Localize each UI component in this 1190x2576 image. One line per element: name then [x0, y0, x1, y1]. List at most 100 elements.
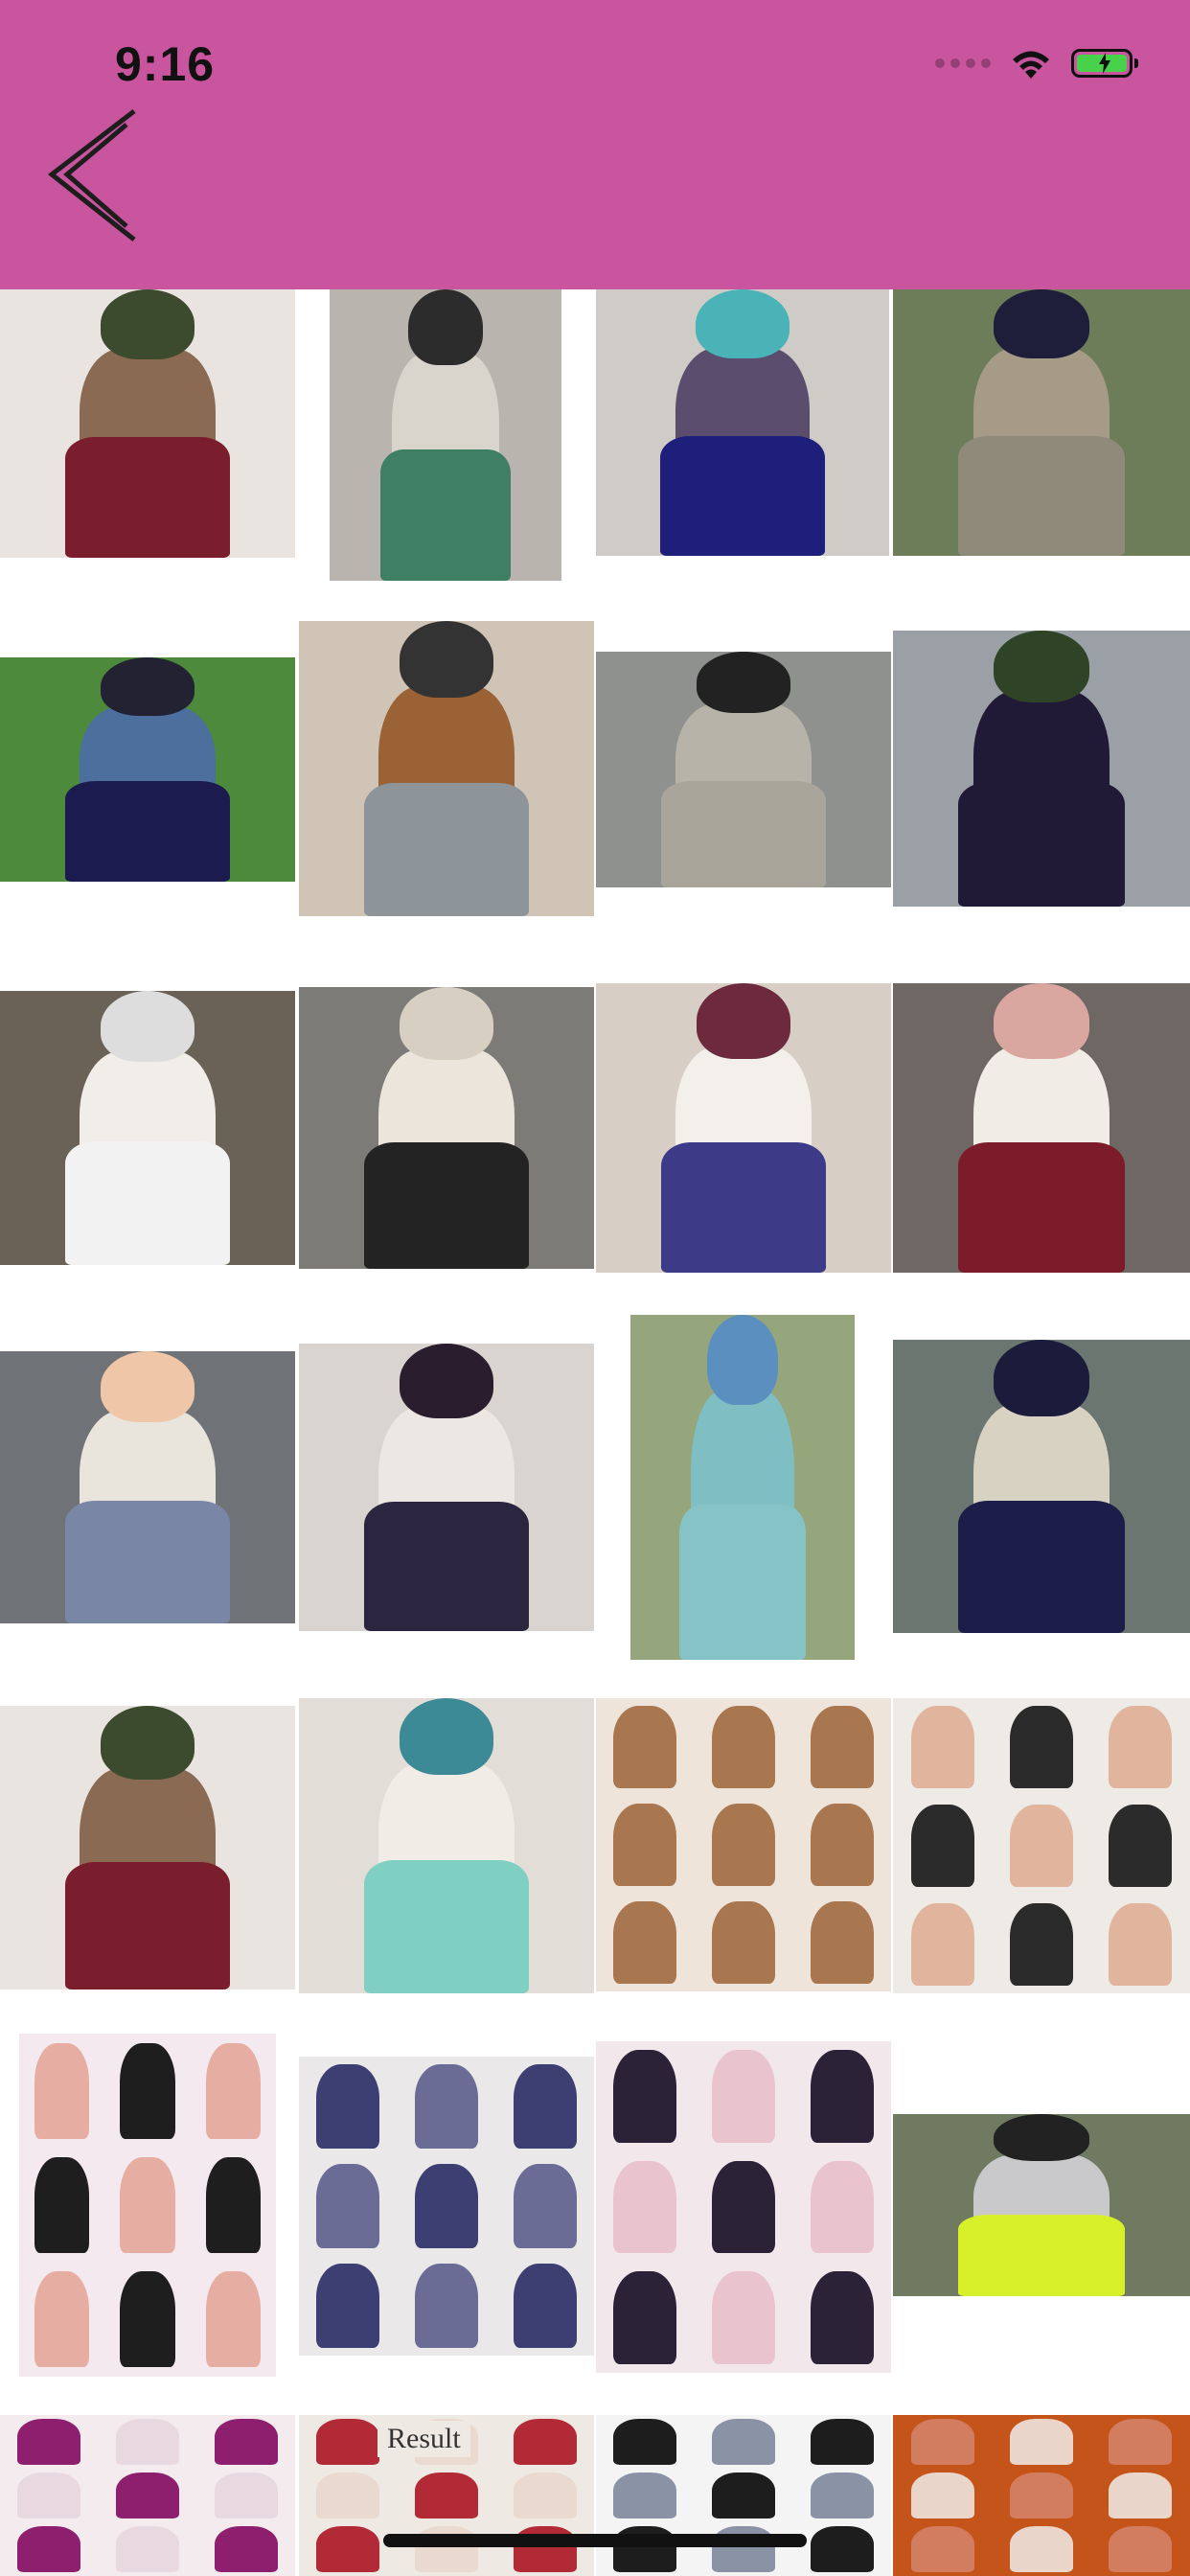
outfit-photo-17[interactable]: [0, 1706, 295, 1990]
outfit-photo-8[interactable]: [893, 631, 1190, 907]
figure-hijab: [706, 1315, 779, 1405]
photo-grid: Result: [0, 0, 1190, 2576]
outfit-photo-1[interactable]: [0, 289, 295, 558]
figure-hijab: [994, 631, 1089, 702]
collage-thumbnail: [415, 2472, 478, 2518]
collage-thumbnail: [120, 2156, 175, 2254]
tutorial-collage-5[interactable]: [596, 2041, 891, 2373]
tutorial-collage-6[interactable]: [0, 2415, 295, 2576]
outfit-photo-13[interactable]: [0, 1351, 295, 1623]
outfit-photo-12[interactable]: [893, 983, 1190, 1273]
tutorial-collage-2[interactable]: [893, 1698, 1190, 1993]
outfit-photo-11[interactable]: [596, 983, 891, 1273]
collage-thumbnail: [1009, 1804, 1074, 1888]
tutorial-result[interactable]: Result: [299, 2415, 594, 2576]
collage-thumbnail: [205, 2042, 261, 2139]
figure-hijab: [100, 991, 195, 1063]
collage-thumbnail: [810, 1706, 874, 1788]
collage-thumbnail: [1009, 2472, 1074, 2518]
figure-hijab: [100, 1706, 195, 1780]
outfit-photo-24[interactable]: [893, 2114, 1190, 2296]
figure-hijab: [994, 983, 1089, 1059]
outfit-photo-6[interactable]: [299, 621, 594, 916]
figure-hijab: [399, 1698, 494, 1776]
collage-thumbnail: [316, 2472, 380, 2518]
figure-hijab: [100, 289, 195, 359]
figure-hijab: [994, 289, 1089, 359]
tutorial-collage-4[interactable]: [299, 2057, 594, 2356]
outfit-photo-18[interactable]: [299, 1698, 594, 1993]
figure-hijab: [994, 2114, 1089, 2162]
collage-thumbnail: [513, 2472, 577, 2518]
collage-thumbnail: [1009, 1706, 1074, 1789]
collage-thumbnail: [712, 2050, 775, 2144]
home-indicator[interactable]: [383, 2534, 807, 2547]
collage-thumbnail: [1109, 2526, 1173, 2572]
outfit-photo-5[interactable]: [0, 657, 295, 882]
figure-skirt: [958, 2214, 1125, 2296]
tutorial-collage-7[interactable]: [596, 2415, 891, 2576]
collage-thumbnail: [712, 2270, 775, 2364]
figure-hijab: [399, 621, 494, 699]
collage-thumbnail: [17, 2419, 81, 2465]
collage-thumbnail: [810, 2050, 874, 2144]
figure-skirt: [660, 435, 825, 556]
tutorial-collage-8[interactable]: [893, 2415, 1190, 2576]
collage-thumbnail: [513, 2419, 577, 2465]
collage-thumbnail: [613, 1901, 677, 1984]
figure-hijab: [100, 1351, 195, 1422]
figure-skirt: [64, 1501, 231, 1623]
collage-thumbnail: [613, 2050, 677, 2144]
collage-thumbnail: [116, 2419, 179, 2465]
outfit-photo-14[interactable]: [299, 1344, 594, 1631]
collage-thumbnail: [214, 2526, 278, 2572]
figure-skirt: [64, 437, 231, 558]
collage-thumbnail: [910, 2526, 974, 2572]
collage-thumbnail: [34, 2271, 90, 2368]
collage-thumbnail: [613, 1804, 677, 1886]
collage-thumbnail: [810, 2160, 874, 2254]
collage-thumbnail: [513, 2164, 577, 2248]
collage-thumbnail: [214, 2419, 278, 2465]
tutorial-collage-1[interactable]: [596, 1698, 891, 1991]
figure-skirt: [958, 782, 1125, 907]
outfit-photo-9[interactable]: [0, 991, 295, 1265]
collage-thumbnail: [712, 1901, 775, 1984]
collage-thumbnail: [1109, 1706, 1173, 1789]
figure-skirt: [660, 1142, 827, 1273]
collage-thumbnail: [1109, 1804, 1173, 1888]
figure-skirt: [958, 1501, 1125, 1633]
outfit-photo-15[interactable]: [630, 1315, 855, 1660]
outfit-photo-3[interactable]: [596, 289, 889, 556]
outfit-photo-2[interactable]: [330, 289, 561, 581]
figure-skirt: [363, 1502, 530, 1631]
collage-thumbnail: [910, 1706, 974, 1789]
collage-thumbnail: [316, 2164, 380, 2248]
collage-thumbnail: [316, 2419, 380, 2465]
figure-skirt: [380, 449, 511, 581]
collage-thumbnail: [910, 2419, 974, 2465]
collage-thumbnail: [810, 2270, 874, 2364]
collage-thumbnail: [810, 1804, 874, 1886]
result-label: Result: [378, 2421, 470, 2457]
collage-thumbnail: [316, 2064, 380, 2149]
collage-thumbnail: [120, 2271, 175, 2368]
collage-thumbnail: [613, 2472, 677, 2518]
collage-thumbnail: [17, 2526, 81, 2572]
tutorial-collage-3[interactable]: [19, 2034, 276, 2377]
figure-hijab: [399, 987, 494, 1061]
figure-skirt: [64, 1141, 231, 1265]
figure-hijab: [696, 983, 791, 1059]
outfit-photo-7[interactable]: [596, 652, 891, 887]
collage-thumbnail: [513, 2064, 577, 2149]
outfit-photo-4[interactable]: [893, 289, 1190, 556]
collage-thumbnail: [810, 2526, 874, 2572]
outfit-photo-10[interactable]: [299, 987, 594, 1269]
collage-thumbnail: [415, 2264, 478, 2348]
outfit-photo-16[interactable]: [893, 1340, 1190, 1633]
collage-thumbnail: [415, 2164, 478, 2248]
collage-thumbnail: [712, 1804, 775, 1886]
collage-thumbnail: [1009, 2526, 1074, 2572]
collage-thumbnail: [613, 1706, 677, 1788]
collage-thumbnail: [415, 2064, 478, 2149]
